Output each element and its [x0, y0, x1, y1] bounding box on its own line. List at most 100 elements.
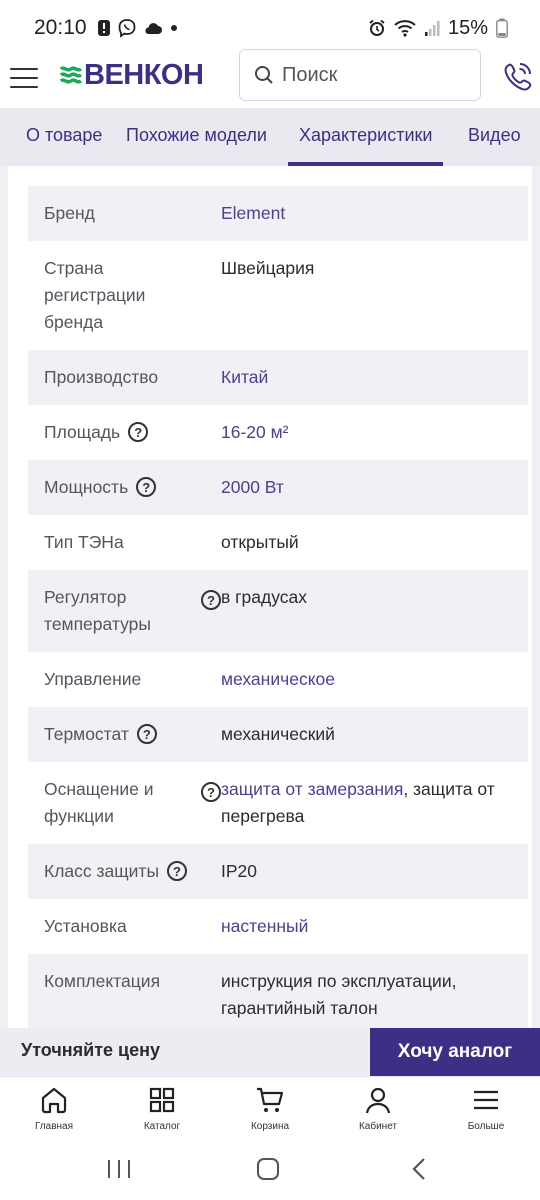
product-tabs: О товаре Похожие модели Характеристики В… [0, 108, 540, 166]
spec-label-cell: Тип ТЭНа [44, 529, 221, 556]
nav-catalog[interactable]: Каталог [108, 1077, 216, 1138]
spec-value: открытый [221, 529, 512, 556]
want-analog-button[interactable]: Хочу аналог [370, 1028, 540, 1076]
spec-row: Класс защиты? IP20 [28, 844, 528, 899]
help-icon[interactable]: ? [201, 590, 221, 610]
cloud-icon [145, 23, 162, 34]
phone-call-icon[interactable] [500, 60, 534, 94]
spec-value-link[interactable]: механическое [221, 669, 335, 689]
spec-label-cell: Производство [44, 364, 221, 391]
bottom-nav: Главная Каталог Корзина Кабинет Больше [0, 1076, 540, 1138]
catalog-icon [149, 1087, 175, 1113]
nav-catalog-label: Каталог [143, 1121, 181, 1132]
spec-label: Термостат [44, 724, 129, 744]
nav-home[interactable]: Главная [0, 1077, 108, 1138]
spec-value-link[interactable]: 2000 Вт [221, 477, 284, 497]
spec-value-text: в градусах [221, 587, 308, 607]
spec-value: IP20 [221, 858, 512, 885]
search-icon [255, 66, 273, 84]
spec-label: Управление [44, 669, 142, 689]
spec-row: Мощность? 2000 Вт [28, 460, 528, 515]
spec-value-link[interactable]: настенный [221, 916, 308, 936]
nav-cabinet[interactable]: Кабинет [324, 1077, 432, 1138]
alert-icon [97, 20, 110, 36]
help-icon[interactable]: ? [136, 724, 157, 744]
spec-label: Площадь [44, 422, 121, 442]
spec-label-cell: Регулятор температуры? [44, 584, 221, 638]
viber-icon [118, 19, 135, 38]
spec-label: Установка [44, 916, 127, 936]
spec-value: в градусах [221, 584, 512, 638]
spec-row: Установка настенный [28, 899, 528, 954]
status-notification-icons [97, 18, 179, 38]
spec-value: инструкция по эксплуатации, гарантийный … [221, 968, 512, 1022]
help-icon[interactable]: ? [201, 782, 221, 802]
specs-content: Бренд Element Страна регистрации бренда Шве… [0, 166, 540, 1030]
spec-row: Термостат? механический [28, 707, 528, 762]
spec-label-cell: Комплектация [44, 968, 221, 1022]
spec-row: Управление механическое [28, 652, 528, 707]
spec-row: Тип ТЭНа открытый [28, 515, 528, 570]
dot-icon [170, 25, 177, 31]
price-hint: Уточняйте цену [21, 1040, 160, 1060]
help-icon[interactable]: ? [136, 477, 157, 497]
spec-value-link[interactable]: Китай [221, 367, 268, 387]
spec-label-cell: Мощность? [44, 474, 221, 501]
spec-label-cell: Установка [44, 913, 221, 940]
tab-similar-models[interactable]: Похожие модели [126, 108, 267, 166]
logo-waves-icon [60, 66, 82, 84]
spec-label: Мощность [44, 477, 129, 497]
spec-label-cell: Управление [44, 666, 221, 693]
nav-more[interactable]: Больше [432, 1077, 540, 1138]
spec-label-cell: Бренд [44, 200, 221, 227]
spec-value-text: открытый [221, 532, 299, 552]
logo-text: ВЕНКОН [84, 58, 204, 91]
tab-about[interactable]: О товаре [26, 108, 102, 166]
spec-value-text: Швейцария [221, 258, 315, 278]
spec-label-cell: Страна регистрации бренда [44, 255, 221, 336]
wifi-icon [394, 20, 416, 37]
signal-icon [424, 21, 440, 36]
nav-cart-label: Корзина [250, 1121, 290, 1132]
help-icon[interactable]: ? [167, 861, 188, 881]
spec-value-text: механический [221, 724, 335, 744]
spec-label-cell: Термостат? [44, 721, 221, 748]
user-icon [365, 1087, 391, 1114]
spec-row: Площадь? 16-20 м² [28, 405, 528, 460]
search-input[interactable]: Поиск [239, 49, 481, 101]
spec-value: 2000 Вт [221, 474, 512, 501]
nav-more-label: Больше [467, 1121, 505, 1132]
spec-value-link[interactable]: 16-20 м² [221, 422, 288, 442]
spec-value-link[interactable]: Element [221, 203, 285, 223]
recent-apps-icon[interactable] [104, 1156, 134, 1182]
nav-cabinet-label: Кабинет [358, 1121, 398, 1132]
back-icon[interactable] [405, 1156, 435, 1182]
status-bar: 20:10 15% [0, 0, 540, 56]
cart-icon [257, 1087, 284, 1112]
spec-value: Element [221, 200, 512, 227]
status-time: 20:10 [34, 16, 87, 39]
help-icon[interactable]: ? [128, 422, 149, 442]
tab-video[interactable]: Видео [468, 108, 521, 166]
spec-label: Оснащение и функции [44, 779, 154, 826]
battery-icon [496, 18, 508, 38]
menu-burger-icon[interactable] [10, 66, 38, 90]
spec-label-cell: Площадь? [44, 419, 221, 446]
specs-card: Бренд Element Страна регистрации бренда Шве… [8, 166, 532, 1030]
spec-value: механическое [221, 666, 512, 693]
spec-value: настенный [221, 913, 512, 940]
nav-cart[interactable]: Корзина [216, 1077, 324, 1138]
venkon-logo[interactable]: ВЕНКОН [60, 58, 204, 91]
battery-level: 15% [447, 16, 488, 39]
price-bar: Уточняйте цену Хочу аналог [0, 1028, 540, 1076]
spec-row: Регулятор температуры? в градусах [28, 570, 528, 652]
spec-label: Регулятор температуры [44, 587, 151, 634]
spec-value: 16-20 м² [221, 419, 512, 446]
spec-value-link[interactable]: защита от замерзания [221, 779, 403, 799]
tab-specs[interactable]: Характеристики [288, 108, 444, 166]
home-button-icon[interactable] [253, 1156, 283, 1182]
spec-row: Страна регистрации бренда Швейцария [28, 241, 528, 350]
home-icon [41, 1087, 67, 1114]
status-system-icons: 15% [368, 17, 508, 40]
spec-label: Комплектация [44, 971, 161, 991]
